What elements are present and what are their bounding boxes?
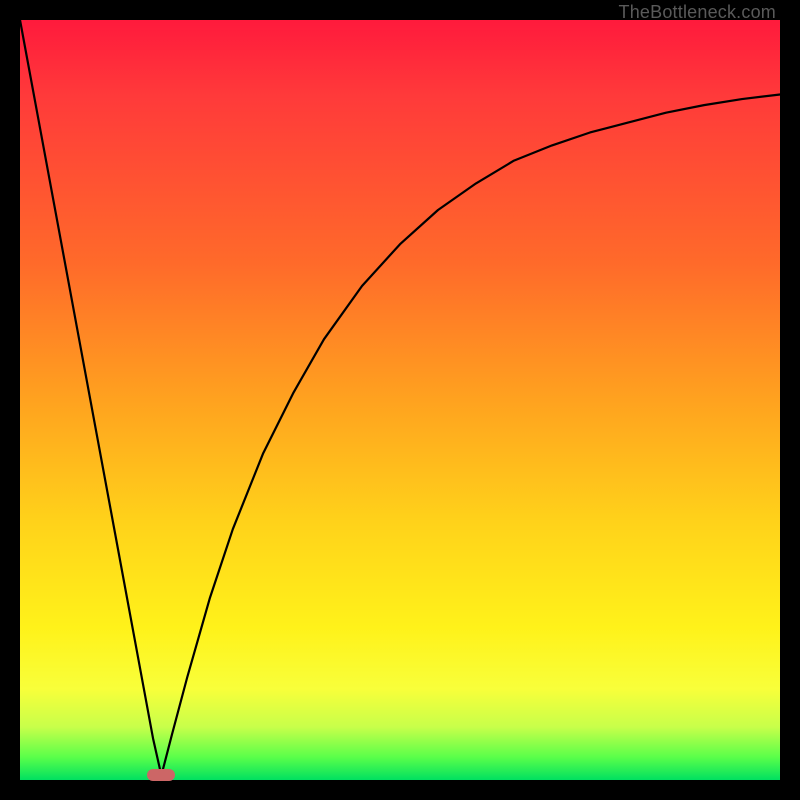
minimum-marker [147, 769, 175, 781]
plot-area [20, 20, 780, 780]
bottleneck-curve [20, 20, 780, 780]
attribution-text: TheBottleneck.com [619, 2, 776, 23]
chart-frame: TheBottleneck.com [0, 0, 800, 800]
